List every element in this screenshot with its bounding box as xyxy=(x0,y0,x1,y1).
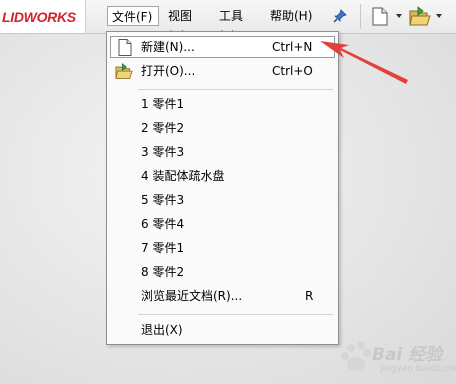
menu-item-label: 6 零件4 xyxy=(141,217,185,231)
menu-item-label: 退出(X) xyxy=(141,323,183,337)
menu-item-label: 7 零件1 xyxy=(141,241,185,255)
menu-view[interactable]: 视图(V) xyxy=(164,6,210,43)
recent-file-item[interactable]: 6 零件4 xyxy=(110,213,335,235)
menu-item-label: 浏览最近文档(R)... xyxy=(141,289,243,303)
menu-item-label: 3 零件3 xyxy=(141,145,185,159)
menu-file[interactable]: 文件(F) xyxy=(107,6,159,26)
menu-item-label: 5 零件3 xyxy=(141,193,185,207)
recent-file-item[interactable]: 1 零件1 xyxy=(110,93,335,115)
watermark-text: Bai 经验 xyxy=(372,345,443,365)
new-document-icon[interactable] xyxy=(372,7,388,26)
menu-tools[interactable]: 工具(T) xyxy=(215,6,255,43)
watermark-subtext: jingyan.baidu.com xyxy=(380,364,456,374)
recent-file-item[interactable]: 7 零件1 xyxy=(110,237,335,259)
menu-item-label: 4 装配体疏水盘 xyxy=(141,169,225,183)
new-document-icon xyxy=(118,39,132,56)
open-folder-icon[interactable] xyxy=(409,6,431,27)
menu-item-label: 1 零件1 xyxy=(141,97,185,111)
annotation-arrow xyxy=(320,41,408,84)
menu-item-browse-recent[interactable]: 浏览最近文档(R)... R xyxy=(110,285,335,307)
shortcut-text: R xyxy=(305,289,314,303)
menu-item-label: 新建(N)... xyxy=(141,40,195,54)
menu-separator xyxy=(138,89,333,90)
menu-item-label: 8 零件2 xyxy=(141,265,185,279)
recent-file-item[interactable]: 5 零件3 xyxy=(110,189,335,211)
recent-file-item[interactable]: 4 装配体疏水盘 xyxy=(110,165,335,187)
logo-text: LIDWORKS xyxy=(2,8,76,25)
pin-icon[interactable] xyxy=(332,8,348,24)
menu-help[interactable]: 帮助(H) xyxy=(266,6,322,26)
toolbar-separator xyxy=(360,4,361,29)
recent-file-item[interactable]: 8 零件2 xyxy=(110,261,335,283)
recent-file-item[interactable]: 3 零件3 xyxy=(110,141,335,163)
menu-item-label: 打开(O)... xyxy=(141,64,196,78)
menu-item-label: 2 零件2 xyxy=(141,121,185,135)
menu-separator xyxy=(138,314,333,315)
chevron-down-icon[interactable] xyxy=(436,14,442,18)
open-folder-icon xyxy=(115,63,133,79)
chevron-down-icon[interactable] xyxy=(396,14,402,18)
menu-item-exit[interactable]: 退出(X) xyxy=(110,319,335,341)
solidworks-logo: LIDWORKS xyxy=(0,0,86,33)
recent-file-item[interactable]: 2 零件2 xyxy=(110,117,335,139)
